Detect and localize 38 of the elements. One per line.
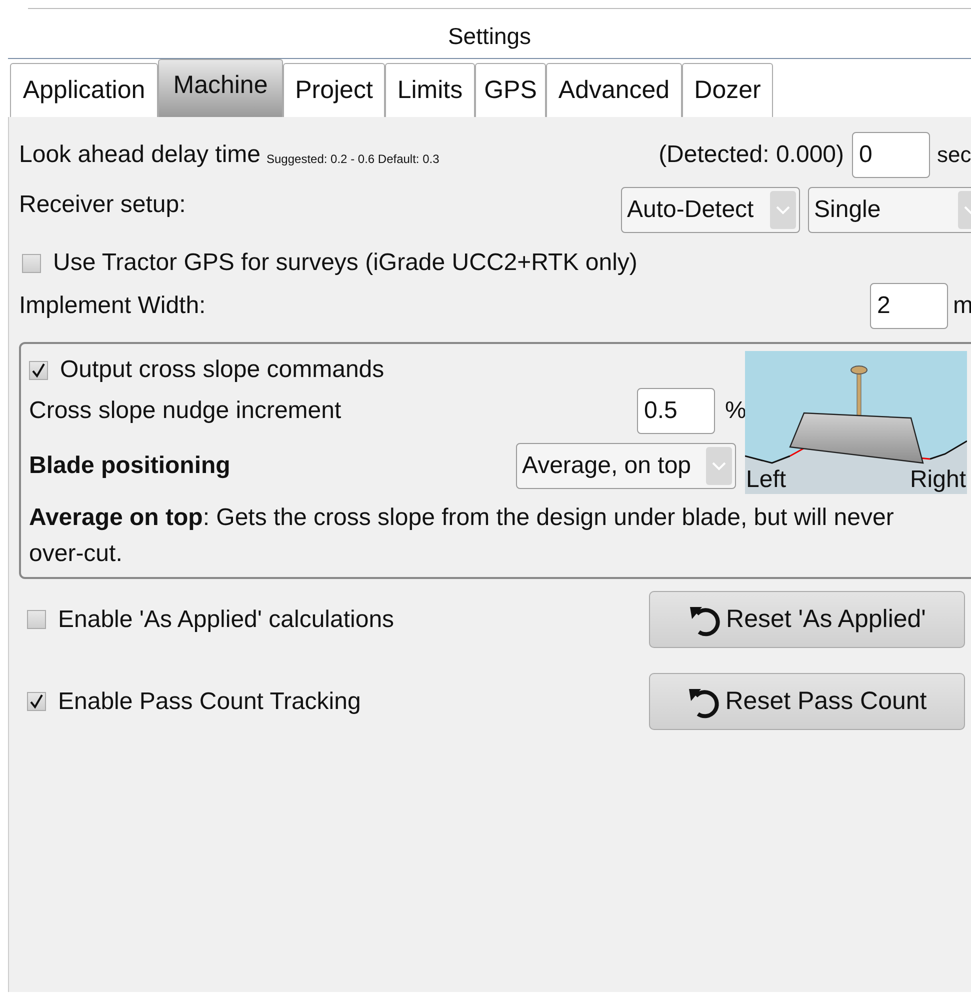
left-label: Left	[746, 466, 786, 494]
input-field[interactable]: 0	[852, 132, 930, 178]
window-title: Settings	[448, 23, 532, 50]
dropdown[interactable]: Single	[808, 187, 971, 233]
checkbox[interactable]	[27, 610, 46, 629]
checkbox[interactable]	[27, 692, 46, 711]
chevron-down-icon	[776, 206, 790, 214]
tab[interactable]: GPS	[475, 63, 546, 117]
field-label: Cross slope nudge increment	[29, 397, 342, 425]
description-text: Average on top: Gets the cross slope from the design under blade, but will never over-cut.	[29, 503, 895, 569]
checkbox-label: Output cross slope commands	[60, 356, 384, 384]
unit-label: %	[725, 397, 745, 425]
tab[interactable]: Project	[283, 63, 385, 117]
dropdown[interactable]: Auto-Detect	[621, 187, 800, 233]
field-label: Receiver setup:	[19, 191, 186, 219]
tab[interactable]: Machine	[158, 59, 283, 117]
reset-button[interactable]: Reset 'As Applied'	[649, 591, 965, 648]
reset-button[interactable]: Reset Pass Count	[649, 673, 965, 730]
tab[interactable]: Limits	[385, 63, 475, 117]
field-label: Look ahead delay time	[19, 141, 260, 169]
tab[interactable]: Advanced	[546, 63, 682, 117]
chevron-down-icon	[712, 462, 726, 470]
detected-value: (Detected: 0.000)	[658, 141, 844, 169]
checkbox-label: Use Tractor GPS for surveys (iGrade UCC2+RTK only)	[53, 249, 638, 277]
hint-text: Suggested: 0.2 - 0.6 Default: 0.3	[266, 152, 440, 166]
tab[interactable]: Dozer	[682, 63, 773, 117]
checkbox[interactable]	[29, 360, 48, 380]
checkbox[interactable]	[22, 254, 41, 272]
checkbox-label: Enable 'As Applied' calculations	[58, 606, 394, 634]
dropdown[interactable]: Average, on top	[516, 443, 736, 489]
field-label: Implement Width:	[19, 292, 206, 320]
tab[interactable]: Application	[10, 63, 158, 117]
checkbox-label: Enable Pass Count Tracking	[58, 688, 361, 716]
right-label: Right	[910, 466, 966, 494]
input-field[interactable]: 2	[870, 283, 948, 329]
field-label: Blade positioning	[29, 452, 230, 480]
unit-label: sec	[937, 142, 971, 168]
input-field[interactable]: 0.5	[637, 388, 715, 434]
